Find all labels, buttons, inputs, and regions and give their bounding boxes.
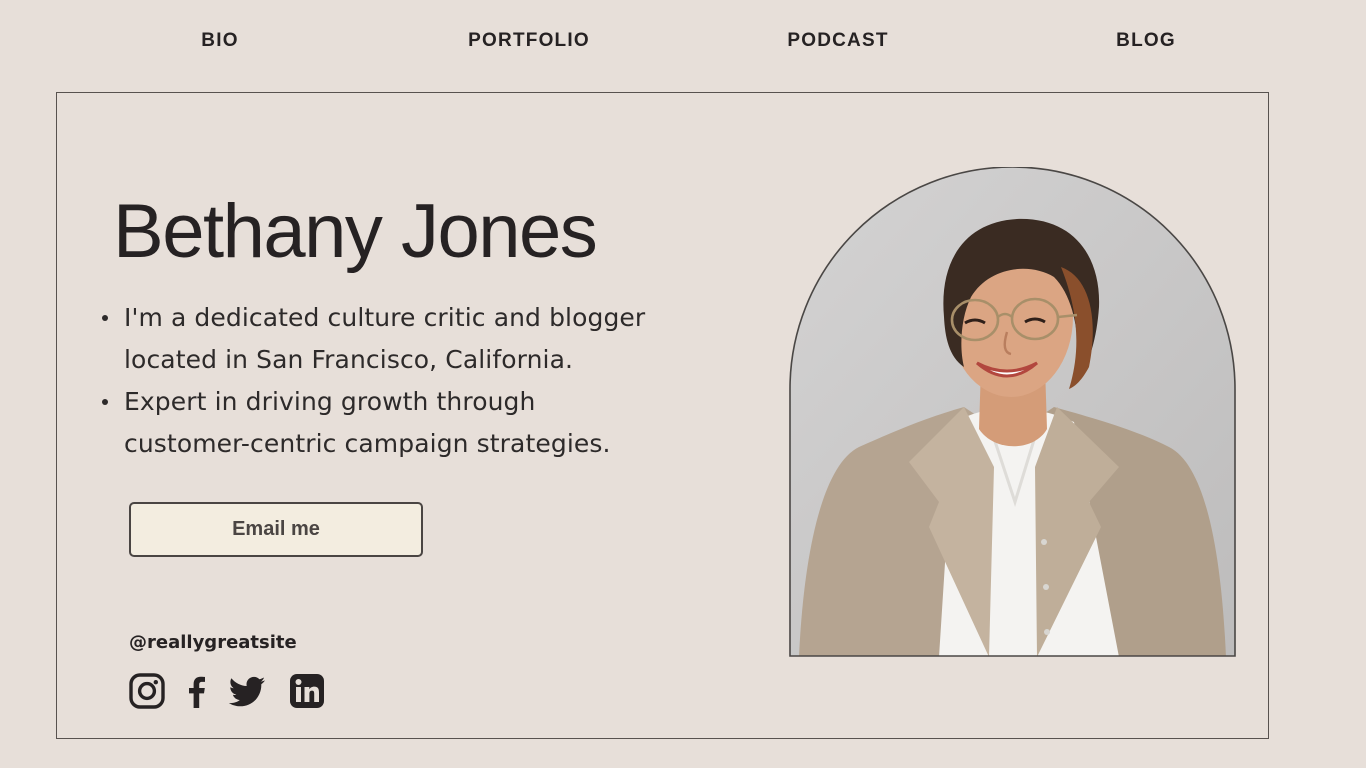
bio-bullet-2: Expert in driving growth through custome… [102,381,722,465]
nav-blog[interactable]: BLOG [1116,30,1176,52]
twitter-icon[interactable] [228,672,266,710]
bio-bullet-1-line-1: I'm a dedicated culture critic and blogg… [124,303,646,332]
profile-photo [789,167,1236,657]
bio-bullet-2-line-1: Expert in driving growth through [124,387,536,416]
top-nav: BIO PORTFOLIO PODCAST BLOG [0,30,1366,58]
bullet-dot [102,399,108,405]
nav-bio[interactable]: BIO [201,30,238,52]
page-title: Bethany Jones [113,189,598,274]
nav-podcast[interactable]: PODCAST [787,30,888,52]
linkedin-icon[interactable] [288,672,326,710]
nav-portfolio[interactable]: PORTFOLIO [468,30,590,52]
instagram-icon[interactable] [128,672,166,710]
bio-bullets: I'm a dedicated culture critic and blogg… [102,297,722,465]
email-me-button[interactable]: Email me [129,502,423,557]
bullet-dot [102,315,108,321]
bio-bullet-2-line-2: customer-centric campaign strategies. [124,429,611,458]
bio-bullet-1: I'm a dedicated culture critic and blogg… [102,297,722,381]
facebook-icon[interactable] [178,672,216,710]
bio-bullet-1-line-2: located in San Francisco, California. [124,345,574,374]
social-handle: @reallygreatsite [129,632,297,653]
